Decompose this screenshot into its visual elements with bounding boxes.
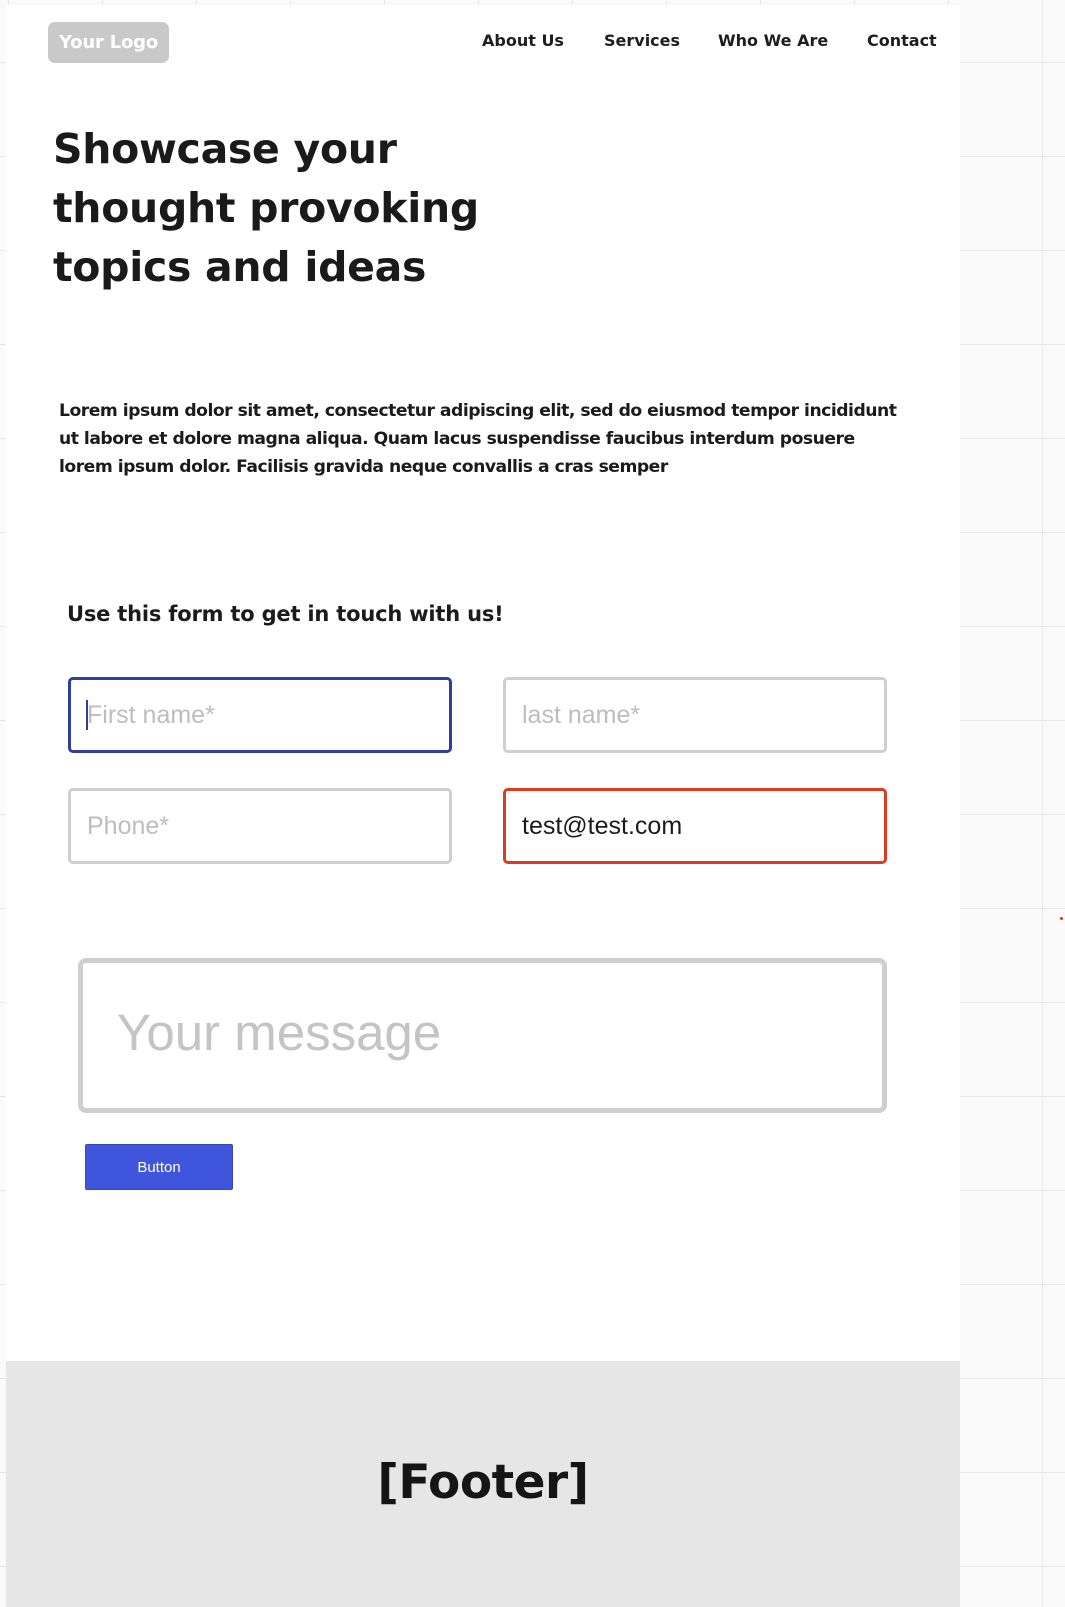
text-cursor <box>86 700 88 730</box>
main-nav: About Us Services Who We Are Contact <box>6 31 960 53</box>
phone-input[interactable] <box>68 788 452 864</box>
stray-marker-dot <box>1060 917 1063 920</box>
first-name-input[interactable] <box>68 677 452 753</box>
footer-label: [Footer] <box>377 1455 589 1510</box>
nav-link-services[interactable]: Services <box>604 31 680 50</box>
page: Your Logo About Us Services Who We Are C… <box>6 5 960 1607</box>
hero-body-text: Lorem ipsum dolor sit amet, consectetur … <box>59 401 897 477</box>
submit-button[interactable]: Button <box>85 1144 233 1190</box>
last-name-input[interactable] <box>503 677 887 753</box>
email-input[interactable] <box>503 788 887 864</box>
nav-link-who-we-are[interactable]: Who We Are <box>718 31 828 50</box>
nav-link-contact[interactable]: Contact <box>867 31 937 50</box>
footer: [Footer] <box>6 1361 960 1607</box>
hero-title: Showcase your thought provoking topics a… <box>53 125 479 291</box>
form-heading: Use this form to get in touch with us! <box>67 602 504 626</box>
message-textarea[interactable] <box>78 958 887 1113</box>
nav-link-about-us[interactable]: About Us <box>482 31 564 50</box>
